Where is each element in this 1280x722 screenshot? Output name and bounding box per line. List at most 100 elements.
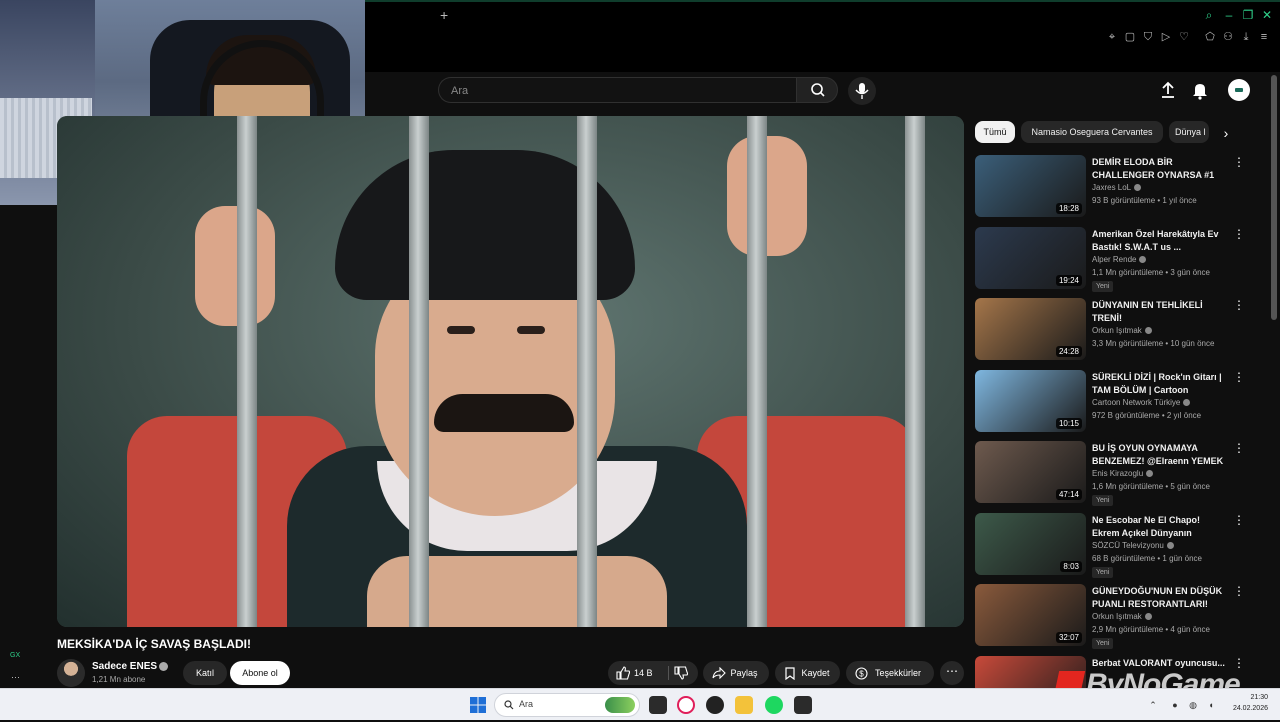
join-button[interactable]: Katıl bbox=[183, 661, 227, 685]
chip-topic[interactable]: Namasio Oseguera Cervantes bbox=[1021, 121, 1163, 143]
recommendation-item[interactable]: 32:07 GÜNEYDOĞU'NUN EN DÜŞÜK PUANLI RESTO… bbox=[975, 584, 1255, 650]
video-thumbnail[interactable]: 24:28 bbox=[975, 298, 1086, 360]
share-button[interactable]: Paylaş bbox=[703, 661, 769, 685]
pin-icon[interactable]: ⌖ bbox=[1105, 30, 1119, 44]
new-tab-plus-icon[interactable]: + bbox=[440, 8, 452, 22]
video-thumbnail[interactable]: 18:28 bbox=[975, 155, 1086, 217]
thanks-label: Teşekkürler bbox=[874, 668, 921, 678]
upload-button[interactable] bbox=[1158, 80, 1178, 100]
volume-icon[interactable]: ◖ bbox=[1206, 700, 1216, 710]
chip-all[interactable]: Tümü bbox=[975, 121, 1015, 143]
microphone-icon bbox=[855, 83, 869, 99]
shield-icon[interactable]: ⛉ bbox=[1141, 30, 1155, 44]
video-thumbnail[interactable]: 10:15 bbox=[975, 370, 1086, 432]
thanks-button[interactable]: $ Teşekkürler bbox=[846, 661, 934, 685]
recommendation-item[interactable]: 8:03 Ne Escobar Ne El Chapo! Ekrem Açıkel… bbox=[975, 513, 1255, 579]
notifications-button[interactable] bbox=[1190, 80, 1210, 100]
sidebar-more-icon[interactable]: ··· bbox=[11, 672, 20, 682]
chevron-right-icon[interactable]: › bbox=[1214, 121, 1238, 145]
snapshot-icon[interactable]: ▢ bbox=[1123, 30, 1137, 44]
chip-world[interactable]: Dünya l bbox=[1169, 121, 1209, 143]
video-thumbnail[interactable]: 19:24 bbox=[975, 227, 1086, 289]
kebab-menu-icon[interactable]: ⋮ bbox=[1233, 584, 1245, 598]
recommendation-channel[interactable]: Orkun Işıtmak bbox=[1092, 326, 1152, 335]
recommendation-meta: 93 B görüntüleme • 1 yıl önce bbox=[1092, 196, 1197, 205]
kebab-menu-icon[interactable]: ⋮ bbox=[1233, 370, 1245, 384]
channel-name[interactable]: Sadece ENES bbox=[92, 661, 157, 672]
recommendation-item[interactable]: 24:28 DÜNYANIN EN TEHLİKELİ TRENİ! Orkun I… bbox=[975, 298, 1255, 364]
new-badge: Yeni bbox=[1092, 495, 1114, 506]
tray-chevron-icon[interactable]: ⌃ bbox=[1148, 700, 1158, 710]
voice-search-button[interactable] bbox=[848, 77, 876, 105]
close-icon[interactable]: ✕ bbox=[1260, 8, 1274, 22]
network-icon[interactable]: ◍ bbox=[1188, 700, 1198, 710]
clock-time[interactable]: 21:30 bbox=[1228, 694, 1268, 701]
recommendation-title[interactable]: DÜNYANIN EN TEHLİKELİ TRENİ! bbox=[1092, 299, 1228, 325]
search-tabs-icon[interactable]: ⌕ bbox=[1202, 8, 1216, 22]
taskbar-search-label: Ara bbox=[519, 699, 534, 709]
windows-start-icon[interactable] bbox=[470, 697, 486, 713]
video-thumbnail[interactable]: 32:07 bbox=[975, 584, 1086, 646]
obs-icon[interactable] bbox=[706, 696, 724, 714]
recommendation-channel[interactable]: SÖZCÜ Televizyonu bbox=[1092, 541, 1174, 550]
channel-avatar[interactable] bbox=[57, 659, 85, 687]
video-prison-bar bbox=[905, 116, 925, 627]
video-prison-bar bbox=[577, 116, 597, 627]
recommendation-title[interactable]: GÜNEYDOĞU'NUN EN DÜŞÜK PUANLI RESTORANTL… bbox=[1092, 585, 1228, 611]
windows-taskbar: Ara ⌃ ● ◍ ◖ 21:30 24.02.2026 bbox=[0, 688, 1280, 720]
task-view-icon[interactable] bbox=[649, 696, 667, 714]
video-duration: 10:15 bbox=[1055, 418, 1082, 429]
recommendation-channel[interactable]: Jaxres LoL bbox=[1092, 183, 1142, 192]
gx-corner-label[interactable]: GX bbox=[10, 652, 20, 659]
search-input[interactable] bbox=[451, 82, 781, 100]
recommendation-channel[interactable]: Alper Rende bbox=[1092, 255, 1147, 264]
search-button[interactable] bbox=[796, 77, 838, 103]
recommendation-channel[interactable]: Enis Kirazoglu bbox=[1092, 469, 1154, 478]
kebab-menu-icon[interactable]: ⋮ bbox=[1233, 298, 1245, 312]
like-count[interactable]: 14 B bbox=[634, 661, 653, 685]
recommendation-title[interactable]: Ne Escobar Ne El Chapo! Ekrem Açıkel Dün… bbox=[1092, 514, 1228, 541]
thumbs-up-icon[interactable] bbox=[616, 666, 630, 680]
player-icon[interactable]: ▷ bbox=[1159, 30, 1173, 44]
video-thumbnail[interactable]: 47:14 bbox=[975, 441, 1086, 503]
scrollbar[interactable] bbox=[1271, 75, 1277, 320]
recommendation-meta: 972 B görüntüleme • 2 yıl önce bbox=[1092, 411, 1202, 420]
extensions-icon[interactable]: ⬠ bbox=[1203, 30, 1217, 44]
video-player[interactable] bbox=[57, 116, 964, 627]
recommendation-item[interactable]: 47:14 BU İŞ OYUN OYNAMAYA BENZEMEZ! @Elra… bbox=[975, 441, 1255, 507]
recommendation-channel[interactable]: Orkun Işıtmak bbox=[1092, 612, 1152, 621]
maximize-icon[interactable]: ❐ bbox=[1241, 8, 1255, 22]
opera-gx-icon[interactable] bbox=[677, 696, 695, 714]
recommendation-title[interactable]: DEMİR ELODA BİR CHALLENGER OYNARSA #1 bbox=[1092, 156, 1228, 182]
download-icon[interactable]: ⤓ bbox=[1239, 30, 1253, 44]
file-explorer-icon[interactable] bbox=[735, 696, 753, 714]
account-icon[interactable]: ⚇ bbox=[1221, 30, 1235, 44]
taskbar-search[interactable]: Ara bbox=[494, 693, 640, 717]
recommendation-title[interactable]: SÜREKLİ DİZİ | Rock'ın Gitarı | TAM BÖLÜ… bbox=[1092, 371, 1228, 398]
subscribe-button[interactable]: Abone ol bbox=[230, 661, 290, 685]
app-icon[interactable] bbox=[794, 696, 812, 714]
minimize-icon[interactable]: – bbox=[1222, 8, 1236, 22]
clock-date[interactable]: 24.02.2026 bbox=[1228, 705, 1268, 712]
kebab-menu-icon[interactable]: ⋮ bbox=[1233, 227, 1245, 241]
video-thumbnail[interactable]: 8:03 bbox=[975, 513, 1086, 575]
thumbs-down-icon[interactable] bbox=[674, 666, 688, 680]
verified-icon bbox=[159, 662, 168, 671]
recommendation-title[interactable]: Amerikan Özel Harekâtıyla Ev Bastık! S.W… bbox=[1092, 228, 1228, 254]
kebab-menu-icon[interactable]: ⋮ bbox=[1233, 155, 1245, 169]
menu-icon[interactable]: ≡ bbox=[1257, 30, 1271, 44]
recommendation-item[interactable]: 19:24 Amerikan Özel Harekâtıyla Ev Bastık… bbox=[975, 227, 1255, 293]
user-avatar[interactable] bbox=[1228, 79, 1250, 101]
recommendation-item[interactable]: 18:28 DEMİR ELODA BİR CHALLENGER OYNARSA … bbox=[975, 155, 1255, 221]
kebab-menu-icon[interactable]: ⋮ bbox=[1233, 441, 1245, 455]
kebab-menu-icon[interactable]: ⋮ bbox=[1233, 513, 1245, 527]
recommendation-channel[interactable]: Cartoon Network Türkiye bbox=[1092, 398, 1191, 407]
search-highlight-icon bbox=[605, 697, 635, 713]
recommendation-item[interactable]: 10:15 SÜREKLİ DİZİ | Rock'ın Gitarı | TAM… bbox=[975, 370, 1255, 436]
recommendation-title[interactable]: BU İŞ OYUN OYNAMAYA BENZEMEZ! @Elraenn Y… bbox=[1092, 442, 1228, 469]
spotify-icon[interactable] bbox=[765, 696, 783, 714]
microphone-tray-icon[interactable]: ● bbox=[1170, 700, 1180, 710]
save-button[interactable]: Kaydet bbox=[775, 661, 840, 685]
more-actions-button[interactable]: ⋯ bbox=[940, 661, 964, 685]
heart-icon[interactable]: ♡ bbox=[1177, 30, 1191, 44]
